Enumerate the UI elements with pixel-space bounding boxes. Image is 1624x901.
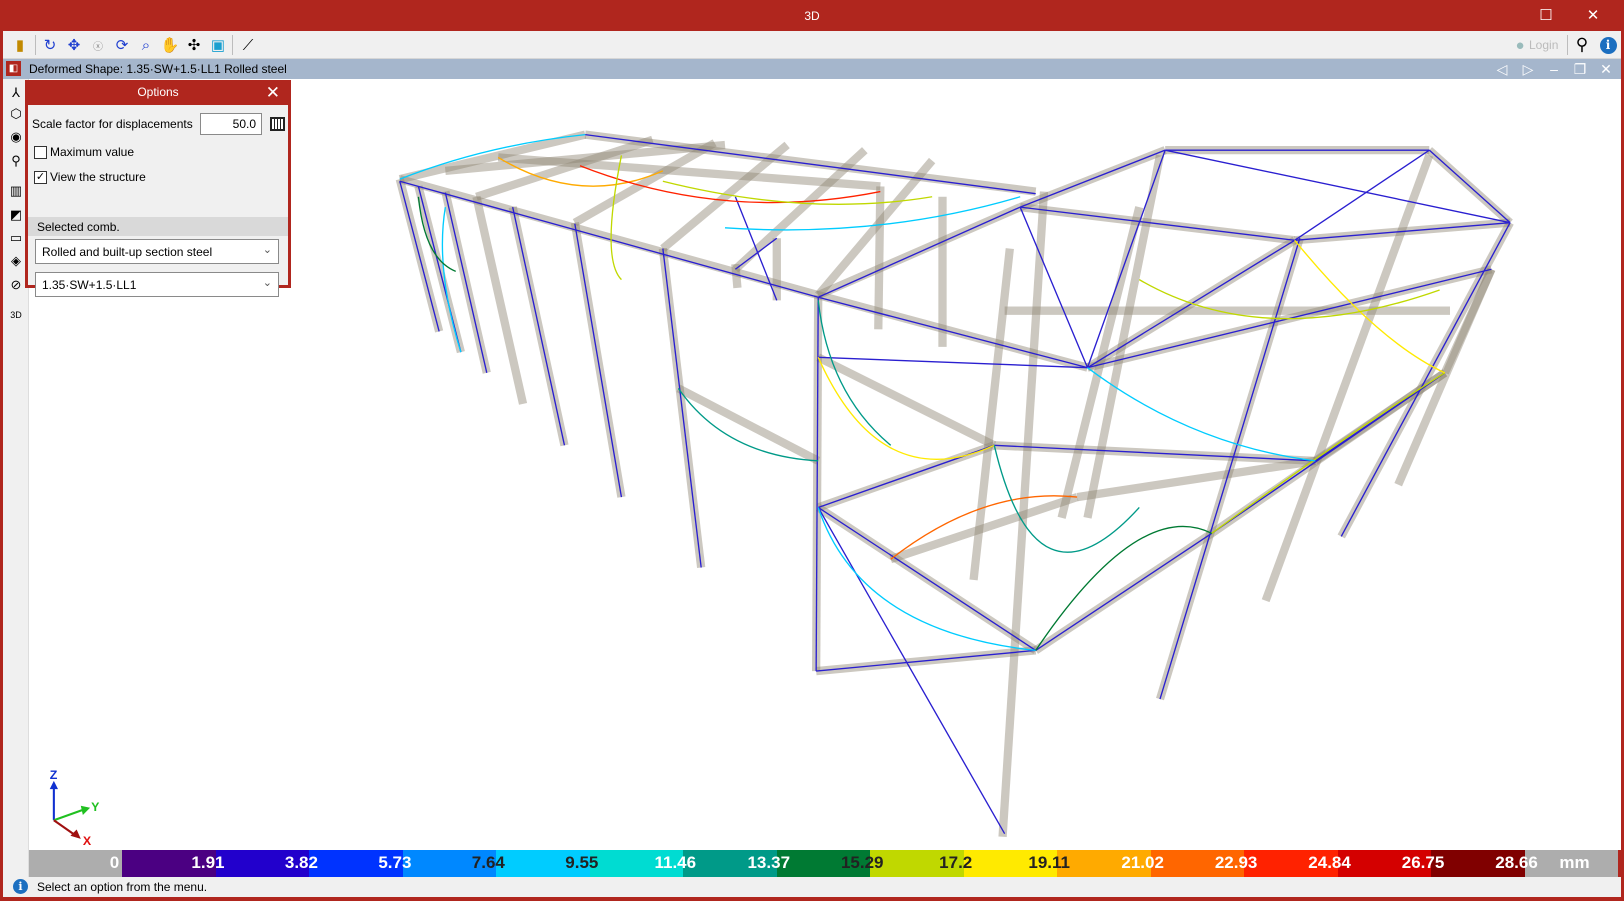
- maximize-button[interactable]: ☐: [1531, 6, 1561, 26]
- options-header: Options ✕: [28, 80, 288, 105]
- gradient-icon[interactable]: ◩: [6, 205, 26, 225]
- zoom-x2-icon[interactable]: ⓧ: [87, 34, 109, 56]
- toolbar-separator: [1567, 35, 1568, 55]
- toolbar-separator: [35, 35, 36, 55]
- legend-value-label: 22.93: [1214, 853, 1258, 872]
- status-bar: i Select an option from the menu.: [3, 877, 1621, 897]
- legend-value-label: 17.2: [939, 853, 973, 872]
- legend-value-label: 15.29: [840, 853, 884, 872]
- legend-value-label: 3.82: [284, 853, 318, 872]
- options-close-button[interactable]: ✕: [266, 80, 280, 105]
- material-select[interactable]: Rolled and built-up section steel ⌄: [35, 239, 279, 264]
- zoom-extents-icon[interactable]: ✥: [63, 34, 85, 56]
- chevron-down-icon: ⌄: [262, 244, 272, 256]
- window-title: 3D: [804, 9, 820, 23]
- orbit-icon[interactable]: ⚲: [6, 151, 26, 171]
- exit-icon[interactable]: ▮: [9, 34, 31, 56]
- next-button[interactable]: ▷: [1518, 60, 1538, 78]
- options-title: Options: [137, 85, 179, 99]
- scale-factor-label: Scale factor for displacements: [32, 117, 193, 131]
- info-icon: i: [13, 879, 28, 894]
- toolbar-separator: [232, 35, 233, 55]
- hide-icon[interactable]: ⊘: [6, 275, 26, 295]
- legend-value-label: 7.64: [471, 853, 505, 872]
- legend-value-label: 0: [109, 853, 120, 872]
- document-tab-bar: ◧ Deformed Shape: 1.35·SW+1.5·LL1 Rolled…: [3, 59, 1621, 79]
- axes-icon[interactable]: ⟋: [237, 34, 259, 56]
- title-bar: 3D ☐ ✕: [0, 0, 1624, 31]
- legend-value-label: 1.91: [191, 853, 225, 872]
- document-icon: ◧: [6, 61, 21, 76]
- color-scale-legend: [29, 850, 1618, 877]
- view-structure-checkbox[interactable]: ✓: [34, 171, 47, 184]
- pan-icon[interactable]: ✋: [159, 34, 181, 56]
- 3d-settings-icon[interactable]: 3D: [6, 305, 26, 325]
- scale-factor-input[interactable]: 50.0: [200, 113, 262, 135]
- maximum-value-checkbox[interactable]: [34, 146, 47, 159]
- legend-value-label: 19.11: [1028, 853, 1070, 872]
- options-panel: Options ✕ Scale factor for displacements…: [25, 80, 291, 297]
- status-text: Select an option from the menu.: [37, 880, 208, 894]
- info-icon: i: [1599, 36, 1617, 54]
- layers-icon[interactable]: ◈: [6, 251, 26, 271]
- legend-value-label: 11.46: [654, 853, 697, 872]
- close-button[interactable]: ✕: [1578, 6, 1608, 26]
- legend-value-label: 9.55: [565, 853, 599, 872]
- legend-value-label: 26.75: [1401, 853, 1445, 872]
- chevron-down-icon: ⌄: [262, 277, 272, 289]
- minimize-document-button[interactable]: –: [1544, 60, 1564, 78]
- eye-rotate-icon[interactable]: ◉: [6, 127, 26, 147]
- document-title: Deformed Shape: 1.35·SW+1.5·LL1 Rolled s…: [29, 62, 287, 76]
- combination-select-value: 1.35·SW+1.5·LL1: [42, 278, 137, 292]
- search-icon[interactable]: ⚲: [1571, 34, 1593, 56]
- view-structure-label: View the structure: [50, 170, 146, 184]
- views-icon[interactable]: ▣: [207, 34, 229, 56]
- legend-value-label: 28.66: [1495, 853, 1538, 872]
- info-button[interactable]: i: [1597, 34, 1619, 56]
- calculator-icon[interactable]: [270, 117, 285, 131]
- toolbar: ▮ ↻ ✥ ⓧ ⟳ ⌕ ✋ ✣ ▣ ⟋ ● Login ⚲ i: [3, 31, 1621, 59]
- legend-value-label: 24.84: [1308, 853, 1351, 872]
- zoom-window-icon[interactable]: ⌕: [135, 34, 157, 56]
- legend-value-label: 13.37: [747, 853, 791, 872]
- maximum-value-label: Maximum value: [50, 145, 135, 159]
- material-select-value: Rolled and built-up section steel: [42, 245, 213, 259]
- redraw-icon[interactable]: ⟳: [111, 34, 133, 56]
- section-icon[interactable]: ▥: [6, 181, 26, 201]
- cube-view-icon[interactable]: ⬡: [6, 104, 26, 124]
- rotate-icon[interactable]: ↻: [39, 34, 61, 56]
- close-document-button[interactable]: ✕: [1596, 60, 1616, 78]
- axes-icon[interactable]: ⅄: [6, 83, 26, 103]
- legend-unit-label: mm: [1559, 853, 1590, 872]
- legend-value-label: 21.02: [1121, 853, 1164, 872]
- combination-select[interactable]: 1.35·SW+1.5·LL1 ⌄: [35, 272, 279, 297]
- legend-value-label: 5.73: [378, 853, 412, 872]
- restore-document-button[interactable]: ❐: [1570, 60, 1590, 78]
- selected-comb-label: Selected comb.: [28, 217, 288, 236]
- user-icon: ●: [1515, 36, 1525, 54]
- previous-button[interactable]: ◁: [1492, 60, 1512, 78]
- plane-icon[interactable]: ▭: [6, 228, 26, 248]
- orbit-icon[interactable]: ✣: [183, 34, 205, 56]
- login-button[interactable]: Login: [1529, 38, 1558, 52]
- legend-color-segment: [29, 850, 123, 877]
